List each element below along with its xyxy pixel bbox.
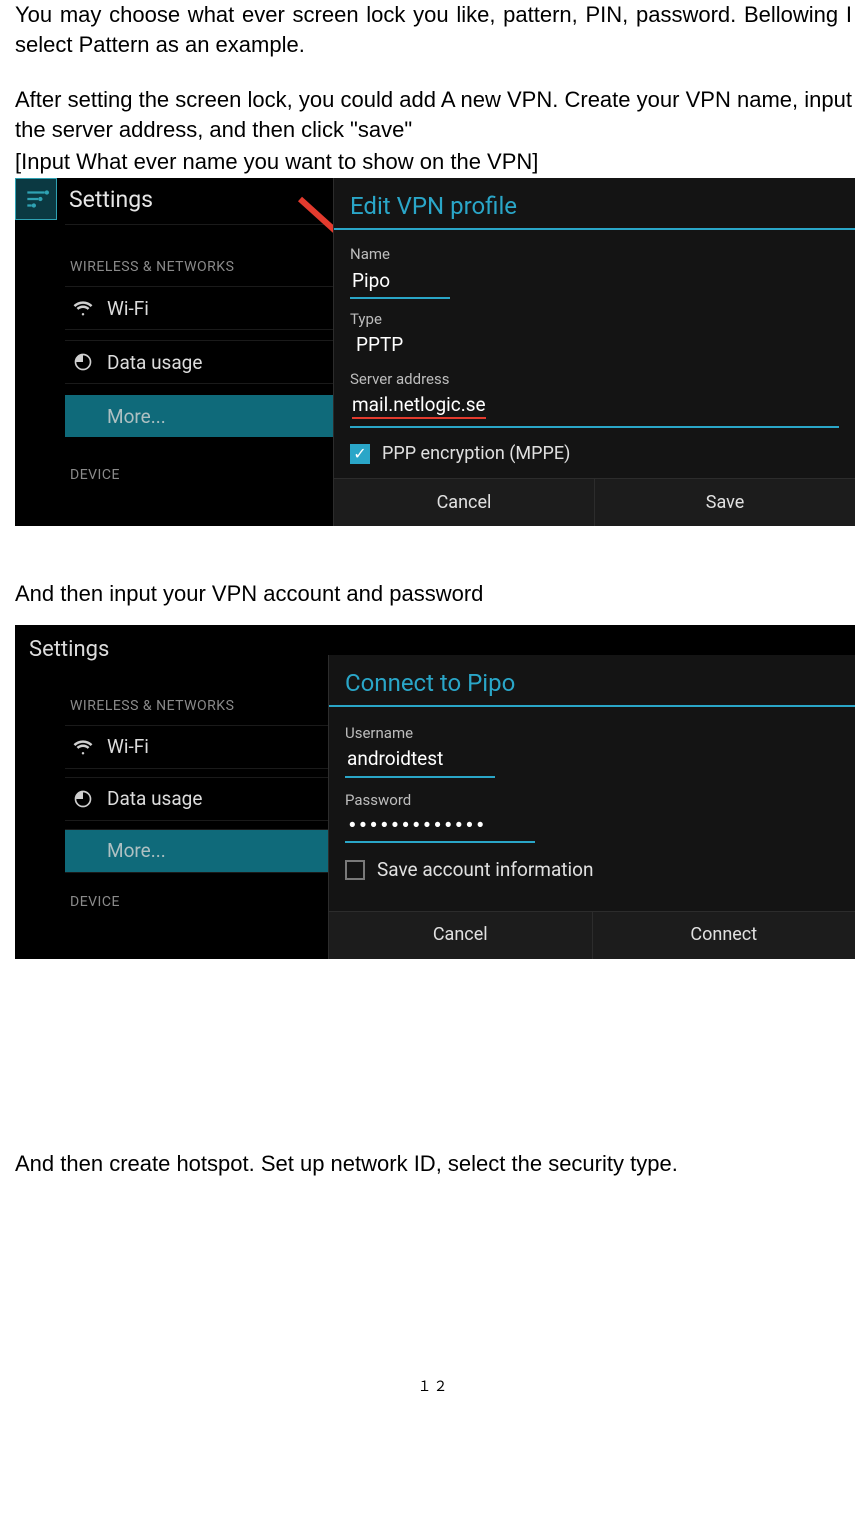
wifi-label: Wi-Fi (107, 296, 149, 322)
name-input[interactable]: Pipo (350, 265, 450, 300)
checkmark-icon: ✓ (350, 444, 370, 464)
password-label: Password (345, 790, 839, 810)
divider (65, 224, 333, 225)
cancel-button[interactable]: Cancel (329, 912, 593, 959)
more-label: More... (107, 838, 166, 864)
save-account-checkbox[interactable]: Save account information (345, 857, 839, 883)
server-address-label: Server address (350, 369, 839, 389)
screenshot-connect-vpn: Settings WIRELESS & NETWORKS Wi-Fi Data … (15, 625, 855, 959)
connect-vpn-dialog: Connect to Pipo Username androidtest Pas… (328, 655, 855, 959)
wifi-icon (73, 298, 93, 318)
name-label: Name (350, 244, 839, 264)
sidebar-item-data-usage[interactable]: Data usage (65, 777, 328, 821)
ppp-encryption-checkbox[interactable]: ✓ PPP encryption (MPPE) (350, 442, 839, 466)
ppp-encryption-label: PPP encryption (MPPE) (382, 442, 570, 466)
section-device-label: DEVICE (70, 893, 120, 912)
paragraph-credentials: And then input your VPN account and pass… (15, 579, 852, 609)
data-usage-icon (73, 789, 93, 809)
section-device-label: DEVICE (70, 466, 120, 485)
data-usage-label: Data usage (107, 350, 202, 376)
paragraph-hotspot: And then create hotspot. Set up network … (15, 1149, 852, 1179)
paragraph-vpn-setup: After setting the screen lock, you could… (15, 85, 852, 144)
dialog-title: Edit VPN profile (334, 178, 855, 230)
settings-title: Settings (29, 635, 109, 665)
paragraph-intro: You may choose what ever screen lock you… (15, 0, 852, 59)
wifi-icon (73, 737, 93, 757)
sidebar-item-wifi[interactable]: Wi-Fi (65, 725, 328, 769)
sidebar-item-wifi[interactable]: Wi-Fi (65, 286, 333, 330)
type-label: Type (350, 309, 839, 329)
connect-button[interactable]: Connect (593, 912, 856, 959)
username-label: Username (345, 723, 839, 743)
more-label: More... (107, 404, 166, 430)
settings-app-icon (15, 178, 57, 220)
password-input[interactable]: ••••••••••••• (345, 811, 535, 843)
paragraph-bracket-note: [Input What ever name you want to show o… (15, 147, 852, 177)
settings-sidebar: Settings WIRELESS & NETWORKS Wi-Fi Data … (15, 178, 333, 526)
settings-sidebar: Settings WIRELESS & NETWORKS Wi-Fi Data … (15, 625, 328, 959)
cancel-button[interactable]: Cancel (334, 479, 595, 526)
server-address-input[interactable]: mail.netlogic.se (350, 389, 488, 422)
screenshot-edit-vpn: Settings WIRELESS & NETWORKS Wi-Fi Data … (15, 178, 855, 526)
sidebar-item-more[interactable]: More... (65, 394, 333, 438)
sidebar-item-data-usage[interactable]: Data usage (65, 340, 333, 384)
wifi-label: Wi-Fi (107, 734, 149, 760)
save-button[interactable]: Save (595, 479, 855, 526)
dialog-title: Connect to Pipo (329, 655, 855, 707)
username-input[interactable]: androidtest (345, 743, 495, 778)
page-number: １２ (15, 1379, 852, 1398)
dialog-button-bar: Cancel Connect (329, 911, 855, 959)
data-usage-label: Data usage (107, 786, 202, 812)
settings-title: Settings (69, 184, 153, 215)
edit-vpn-dialog: Edit VPN profile Name Pipo Type PPTP Ser… (333, 178, 855, 526)
checkbox-empty-icon (345, 860, 365, 880)
section-wireless-label: WIRELESS & NETWORKS (70, 258, 234, 277)
data-usage-icon (73, 352, 93, 372)
type-select[interactable]: PPTP (350, 330, 839, 360)
section-wireless-label: WIRELESS & NETWORKS (70, 697, 234, 716)
save-account-label: Save account information (377, 857, 593, 883)
sidebar-item-more[interactable]: More... (65, 829, 328, 873)
dialog-button-bar: Cancel Save (334, 478, 855, 526)
